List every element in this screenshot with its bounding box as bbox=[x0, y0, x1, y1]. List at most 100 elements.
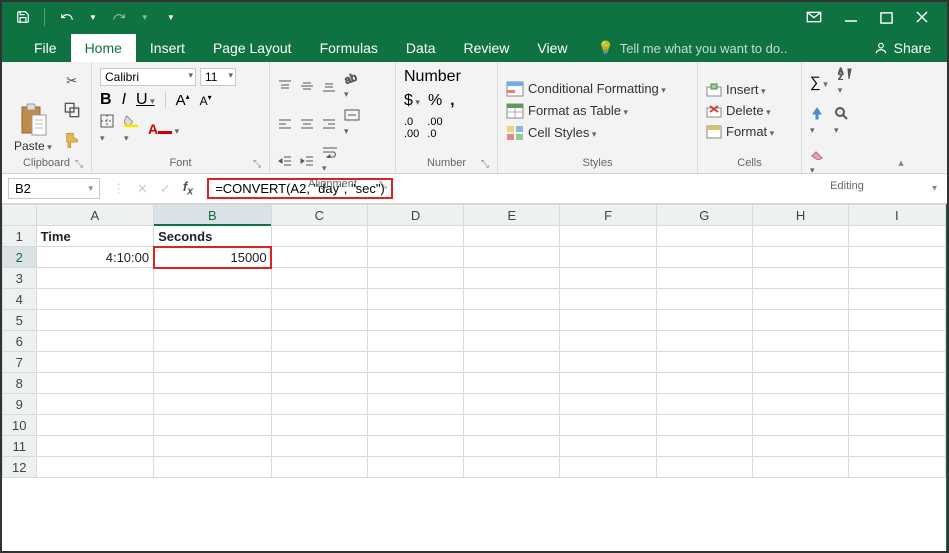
cell[interactable] bbox=[752, 310, 848, 331]
clear-button[interactable] bbox=[810, 146, 824, 178]
border-button[interactable] bbox=[100, 114, 114, 146]
cell[interactable] bbox=[271, 457, 367, 478]
cell[interactable] bbox=[849, 394, 945, 415]
cell[interactable] bbox=[367, 226, 463, 247]
cell[interactable] bbox=[464, 415, 560, 436]
col-header-F[interactable]: F bbox=[560, 205, 656, 226]
row-header-1[interactable]: 1 bbox=[3, 226, 37, 247]
col-header-E[interactable]: E bbox=[464, 205, 560, 226]
format-as-table-button[interactable]: Format as Table bbox=[506, 103, 666, 119]
cell[interactable] bbox=[36, 436, 154, 457]
cell[interactable] bbox=[464, 268, 560, 289]
cell[interactable] bbox=[154, 310, 272, 331]
expand-formula-bar-icon[interactable]: ▾ bbox=[922, 183, 947, 194]
cell[interactable] bbox=[656, 331, 752, 352]
cell[interactable] bbox=[560, 331, 656, 352]
row-header-12[interactable]: 12 bbox=[3, 457, 37, 478]
tab-insert[interactable]: Insert bbox=[136, 34, 199, 62]
cell[interactable] bbox=[849, 373, 945, 394]
cell[interactable] bbox=[656, 310, 752, 331]
tell-me-search[interactable]: 💡 Tell me what you want to do.. bbox=[590, 34, 796, 62]
tab-home[interactable]: Home bbox=[71, 34, 136, 62]
cell[interactable] bbox=[464, 247, 560, 268]
alignment-dialog-icon[interactable]: ⤡ bbox=[379, 180, 387, 191]
cell[interactable] bbox=[367, 415, 463, 436]
wrap-text-icon[interactable] bbox=[322, 146, 338, 176]
save-icon[interactable] bbox=[16, 10, 30, 24]
orientation-icon[interactable]: ab bbox=[344, 70, 358, 102]
cell[interactable] bbox=[752, 247, 848, 268]
row-header-8[interactable]: 8 bbox=[3, 373, 37, 394]
cell-A2[interactable]: 4:10:00 bbox=[36, 247, 154, 268]
cell[interactable] bbox=[271, 331, 367, 352]
row-header-9[interactable]: 9 bbox=[3, 394, 37, 415]
increase-decimal-icon[interactable]: .0.00 bbox=[404, 116, 419, 140]
cell[interactable] bbox=[154, 331, 272, 352]
cell[interactable] bbox=[36, 457, 154, 478]
cell[interactable] bbox=[36, 394, 154, 415]
col-header-H[interactable]: H bbox=[752, 205, 848, 226]
minimize-icon[interactable] bbox=[844, 10, 858, 24]
col-header-C[interactable]: C bbox=[271, 205, 367, 226]
undo-icon[interactable] bbox=[59, 10, 75, 24]
cell[interactable] bbox=[752, 289, 848, 310]
cell[interactable] bbox=[367, 310, 463, 331]
redo-menu-icon[interactable]: ▼ bbox=[141, 13, 149, 22]
align-top-icon[interactable] bbox=[278, 79, 292, 93]
find-select-button[interactable] bbox=[834, 106, 848, 138]
cell[interactable] bbox=[464, 352, 560, 373]
enter-formula-icon[interactable]: ✓ bbox=[160, 181, 171, 197]
cell[interactable] bbox=[656, 247, 752, 268]
cell[interactable] bbox=[560, 289, 656, 310]
cell[interactable] bbox=[656, 436, 752, 457]
cell[interactable] bbox=[752, 352, 848, 373]
font-color-button[interactable]: A bbox=[148, 121, 179, 139]
copy-icon[interactable] bbox=[62, 100, 82, 120]
italic-button[interactable]: I bbox=[122, 91, 126, 109]
cell[interactable] bbox=[849, 352, 945, 373]
cell[interactable] bbox=[36, 331, 154, 352]
align-bottom-icon[interactable] bbox=[322, 79, 336, 93]
underline-button[interactable]: U bbox=[136, 91, 155, 109]
cell[interactable] bbox=[464, 436, 560, 457]
col-header-A[interactable]: A bbox=[36, 205, 154, 226]
cell[interactable] bbox=[560, 415, 656, 436]
tab-file[interactable]: File bbox=[20, 34, 71, 62]
cell[interactable] bbox=[849, 310, 945, 331]
cell[interactable] bbox=[464, 373, 560, 394]
bold-button[interactable]: B bbox=[100, 91, 112, 109]
cell[interactable] bbox=[367, 352, 463, 373]
cell[interactable] bbox=[154, 436, 272, 457]
format-painter-icon[interactable] bbox=[62, 130, 82, 150]
cell[interactable] bbox=[560, 394, 656, 415]
cell[interactable] bbox=[271, 415, 367, 436]
insert-cells-button[interactable]: Insert bbox=[706, 82, 774, 97]
collapse-ribbon-icon[interactable]: ▴ bbox=[892, 62, 910, 173]
cell[interactable] bbox=[752, 331, 848, 352]
cell[interactable] bbox=[154, 415, 272, 436]
paste-button[interactable]: Paste bbox=[10, 66, 56, 155]
cell[interactable] bbox=[36, 373, 154, 394]
cell[interactable] bbox=[560, 247, 656, 268]
cell[interactable] bbox=[271, 268, 367, 289]
cell[interactable] bbox=[656, 373, 752, 394]
cell[interactable] bbox=[154, 268, 272, 289]
number-dialog-icon[interactable]: ⤡ bbox=[481, 159, 489, 170]
cut-icon[interactable]: ✂ bbox=[62, 71, 82, 91]
cell[interactable] bbox=[36, 310, 154, 331]
cell[interactable] bbox=[560, 373, 656, 394]
cell[interactable] bbox=[271, 310, 367, 331]
row-header-5[interactable]: 5 bbox=[3, 310, 37, 331]
row-header-10[interactable]: 10 bbox=[3, 415, 37, 436]
close-icon[interactable] bbox=[915, 10, 929, 24]
cell[interactable] bbox=[154, 352, 272, 373]
share-button[interactable]: Share bbox=[858, 34, 947, 62]
ribbon-options-icon[interactable] bbox=[806, 11, 822, 23]
undo-menu-icon[interactable]: ▼ bbox=[89, 13, 97, 22]
delete-cells-button[interactable]: Delete bbox=[706, 103, 774, 118]
percent-button[interactable]: % bbox=[428, 92, 442, 110]
cell-B1[interactable]: Seconds bbox=[154, 226, 272, 247]
cell[interactable] bbox=[752, 268, 848, 289]
col-header-D[interactable]: D bbox=[367, 205, 463, 226]
cell[interactable] bbox=[849, 268, 945, 289]
